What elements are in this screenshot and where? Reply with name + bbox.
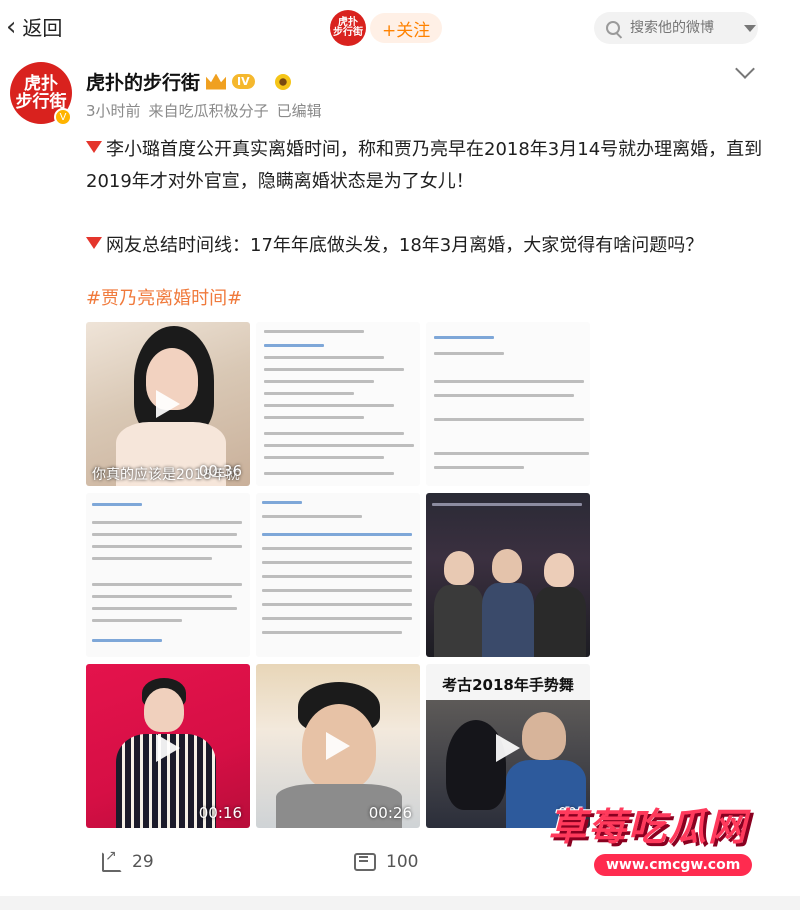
comment-count: 100 — [386, 852, 419, 872]
search-icon — [606, 21, 620, 35]
chevron-left-icon: ‹ — [6, 11, 17, 42]
crown-icon — [206, 73, 227, 90]
paragraph-2: 网友总结时间线：17年年底做头发，18年3月离婚，大家觉得有啥问题吗？ — [86, 230, 766, 262]
media-image-2[interactable] — [256, 322, 420, 486]
dropdown-caret-icon[interactable] — [744, 24, 756, 32]
red-triangle-icon — [86, 237, 102, 249]
chevron-down-icon[interactable] — [735, 59, 755, 79]
watermark-logo: 草莓吃瓜网 www.cmcgw.com — [548, 796, 784, 894]
play-icon — [326, 732, 350, 760]
video-title: 考古2018年手势舞 — [442, 676, 574, 694]
media-video-8[interactable]: 00:26 — [256, 664, 420, 828]
search-input[interactable] — [628, 19, 742, 37]
media-image-5[interactable] — [256, 493, 420, 657]
header-avatar[interactable]: 虎扑 步行街 — [330, 10, 366, 46]
comment-icon — [354, 853, 376, 871]
repost-count: 29 — [132, 852, 154, 872]
post-edited: 已编辑 — [276, 102, 322, 120]
sunflower-icon — [274, 73, 291, 90]
post-source[interactable]: 吃瓜积极分子 — [179, 100, 269, 121]
comment-button[interactable]: 100 — [354, 852, 418, 872]
author-row: 虎扑的步行街 IV — [86, 68, 291, 95]
repost-button[interactable]: 29 — [102, 848, 154, 872]
media-video-1[interactable]: 你真的应该是2018年就 00:36 — [86, 322, 250, 486]
media-image-4[interactable] — [86, 493, 250, 657]
post-text: 李小璐首度公开真实离婚时间，称和贾乃亮早在2018年3月14号就办理离婚，直到2… — [86, 134, 766, 262]
media-image-6[interactable] — [426, 493, 590, 657]
verified-badge-icon: V — [54, 108, 72, 126]
post-meta: 3小时前 来自 吃瓜积极分子 已编辑 — [86, 100, 322, 121]
paragraph-1: 李小璐首度公开真实离婚时间，称和贾乃亮早在2018年3月14号就办理离婚，直到2… — [86, 139, 763, 192]
follow-button[interactable]: +关注 — [370, 13, 443, 43]
author-name[interactable]: 虎扑的步行街 — [86, 68, 200, 95]
video-duration: 00:16 — [198, 804, 242, 822]
play-icon — [156, 734, 180, 762]
watermark-url: www.cmcgw.com — [594, 854, 753, 876]
post-source-prefix: 来自 — [148, 102, 179, 120]
red-triangle-icon — [86, 141, 102, 153]
play-icon — [496, 734, 520, 762]
share-icon — [102, 848, 122, 872]
media-video-7[interactable]: 00:16 — [86, 664, 250, 828]
back-label: 返回 — [22, 16, 63, 40]
follow-label: +关注 — [382, 20, 431, 41]
video-duration: 00:26 — [368, 804, 412, 822]
top-bar: ‹ 返回 虎扑 步行街 +关注 — [0, 0, 800, 56]
post-time: 3小时前 — [86, 102, 141, 120]
level-badge: IV — [232, 74, 255, 89]
watermark-title: 草莓吃瓜网 — [548, 805, 749, 849]
header-follow-group: 虎扑 步行街 +关注 — [330, 10, 443, 46]
hashtag-link[interactable]: #贾乃亮离婚时间# — [86, 284, 242, 310]
search-box[interactable] — [594, 12, 758, 44]
media-grid: 你真的应该是2018年就 00:36 00:16 00:26 考古2018年手势… — [86, 322, 590, 828]
bottom-divider — [0, 896, 800, 910]
video-duration: 00:36 — [198, 462, 242, 480]
play-icon — [156, 390, 180, 418]
back-button[interactable]: ‹ 返回 — [6, 12, 62, 41]
media-image-3[interactable] — [426, 322, 590, 486]
